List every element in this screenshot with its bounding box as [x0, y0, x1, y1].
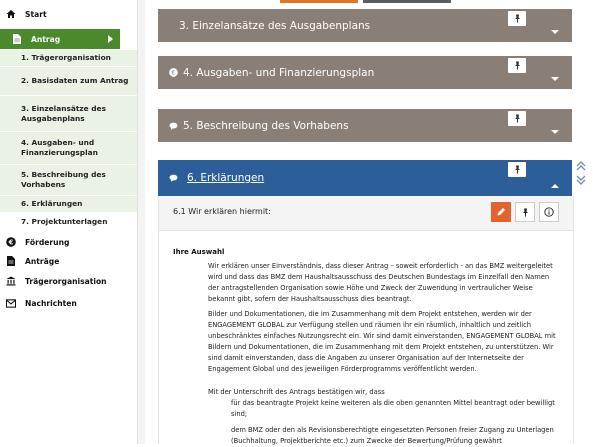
submenu-item-traegerorganisation[interactable]: 1. Trägerorganisation [0, 50, 137, 67]
nav-antrag[interactable]: Antrag [0, 29, 120, 49]
submenu-item-ausgaben-finanzierungsplan[interactable]: 4. Ausgaben- und Finanzierungsplan [0, 132, 137, 165]
speech-bubble-icon [168, 121, 178, 131]
declaration-label: 6.1 Wir erklären hiermit: [173, 207, 271, 216]
toolbar-button-edge[interactable] [363, 0, 451, 3]
euro-circle-icon: € [6, 237, 16, 247]
submenu-item-projektunterlagen[interactable]: 7. Projektunterlagen [0, 213, 137, 231]
nav-antraege-label: Anträge [25, 256, 60, 266]
nav-foerderung-label: Förderung [25, 237, 70, 247]
panel-title[interactable]: 6. Erklärungen [187, 172, 264, 184]
edit-button[interactable] [491, 202, 511, 222]
submenu-item-basisdaten[interactable]: 2. Basisdaten zum Antrag [0, 67, 137, 96]
submenu-item-label: 3. Einzelansätze des Ausgabenplans [21, 103, 106, 123]
submenu-item-label: 1. Trägerorganisation [21, 53, 111, 62]
panel-erklaerungen[interactable]: 6. Erklärungen [158, 160, 572, 196]
document-icon [12, 34, 22, 44]
pin-icon[interactable] [508, 111, 526, 126]
panel-body-erklaerungen: 6.1 Wir erklären hiermit: Ihre Auswahl W… [158, 196, 574, 445]
euro-circle-icon: € [168, 68, 178, 78]
speech-bubble-icon [168, 173, 178, 183]
submenu-item-erklaerungen[interactable]: 6. Erklärungen [0, 196, 137, 213]
panel-title: 5. Beschreibung des Vorhabens [183, 119, 349, 132]
panel-title: 4. Ausgaben- und Finanzierungsplan [183, 66, 375, 79]
nav-traegerorganisation[interactable]: Trägerorganisation [0, 271, 137, 291]
pencil-icon [497, 208, 505, 216]
nav-foerderung[interactable]: € Förderung [0, 232, 137, 252]
declaration-header: 6.1 Wir erklären hiermit: [159, 196, 573, 231]
submenu-item-beschreibung[interactable]: 5. Beschreibung des Vorhabens [0, 165, 137, 196]
nav-antrag-label: Antrag [31, 34, 61, 44]
submenu-item-einzelansaetze[interactable]: 3. Einzelansätze des Ausgabenplans [0, 96, 137, 132]
declaration-paragraph: Wir erklären unser Einverständnis, dass … [208, 262, 553, 303]
submenu-item-label: 5. Beschreibung des Vorhabens [21, 170, 106, 189]
institution-icon [6, 276, 16, 286]
nav-nachrichten[interactable]: Nachrichten [0, 293, 137, 313]
info-button[interactable] [539, 202, 559, 222]
sidebar: Start Antrag 1. Trägerorganisation 2. Ba… [0, 0, 137, 444]
submenu-item-label: 4. Ausgaben- und Finanzierungsplan [21, 138, 98, 157]
nav-start[interactable]: Start [0, 4, 137, 24]
pin-icon[interactable] [508, 162, 526, 177]
declaration-paragraph: Bilder und Dokumentationen, die im Zusam… [208, 310, 556, 373]
chevron-up-icon[interactable] [551, 184, 559, 188]
svg-text:€: € [171, 70, 175, 77]
pin-icon[interactable] [508, 11, 526, 26]
selection-title: Ihre Auswahl [173, 248, 225, 256]
pin-icon[interactable] [508, 58, 526, 73]
panel-ausgaben-finanzierungsplan[interactable]: € 4. Ausgaben- und Finanzierungsplan [158, 56, 572, 89]
pin-icon [522, 208, 528, 216]
panel-title: 3. Einzelansätze des Ausgabenplans [179, 19, 371, 32]
panel-einzelansaetze[interactable]: 3. Einzelansätze des Ausgabenplans [158, 9, 572, 42]
chevron-down-icon[interactable] [551, 30, 559, 34]
nav-antraege[interactable]: Anträge [0, 251, 137, 271]
chevron-down-icon[interactable] [551, 130, 559, 134]
info-icon [544, 207, 554, 217]
nav-start-label: Start [25, 9, 47, 19]
toolbar-button-edge[interactable] [280, 0, 358, 3]
declaration-paragraph: Mit der Unterschrift des Antrags bestäti… [208, 388, 385, 396]
pin-button[interactable] [515, 202, 535, 222]
home-icon [6, 9, 16, 19]
chevron-down-icon[interactable] [551, 77, 559, 81]
submenu-item-label: 6. Erklärungen [21, 199, 83, 208]
envelope-icon [6, 298, 16, 308]
document-icon [6, 256, 16, 266]
nav-traegerorganisation-label: Trägerorganisation [25, 276, 107, 286]
scroll-arrows[interactable] [574, 160, 588, 188]
nav-nachrichten-label: Nachrichten [25, 298, 77, 308]
submenu-item-label: 2. Basisdaten zum Antrag [21, 76, 129, 85]
svg-text:€: € [8, 238, 14, 246]
submenu-item-label: 7. Projektunterlagen [21, 216, 108, 226]
declaration-subparagraph: für das beantragte Projekt keine weitere… [231, 399, 555, 418]
panel-beschreibung[interactable]: 5. Beschreibung des Vorhabens [158, 109, 572, 142]
caret-right-icon [108, 35, 113, 43]
